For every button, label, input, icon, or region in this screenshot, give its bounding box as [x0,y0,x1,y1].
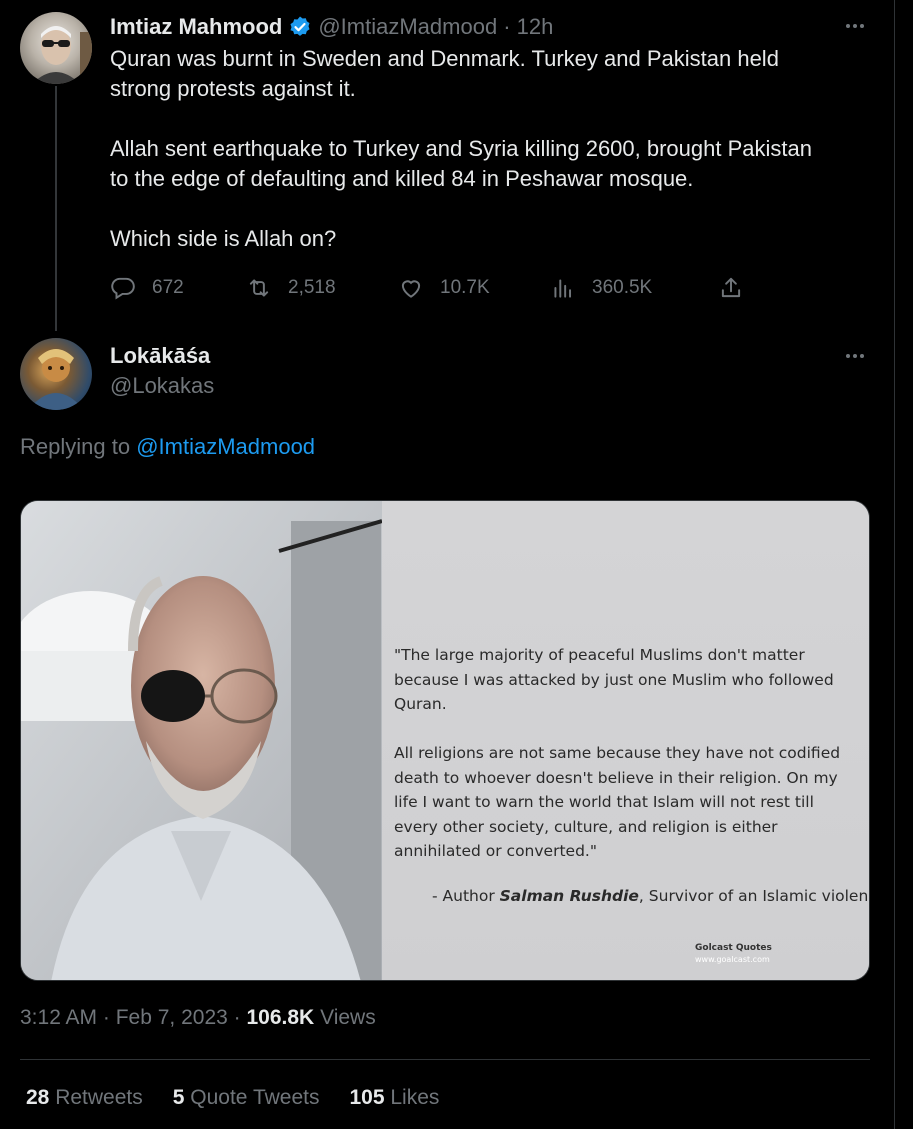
tweet-header: Imtiaz Mahmood @ImtiazMadmood · 12h [110,12,553,42]
avatar-imtiaz[interactable] [20,12,92,84]
like-count: 10.7K [440,277,490,298]
reply-count: 672 [152,277,184,298]
replying-to: Replying to @ImtiazMadmood [20,434,315,460]
quotes-count: 5 [172,1086,185,1109]
tweet-line: Which side is Allah on? [110,226,337,251]
retweet-count: 2,518 [288,277,336,298]
replying-handle-link[interactable]: @ImtiazMadmood [136,434,315,459]
tweet-time[interactable]: 3:12 AM [20,1006,97,1029]
image-watermark: Golcast Quotes www.goalcast.com [695,942,772,966]
views-count: 360.5K [592,277,653,298]
more-options-icon[interactable] [843,344,867,368]
attribution-prefix: - Author [432,887,500,905]
tweet-timestamp: 3:12 AM · Feb 7, 2023 · 106.8K Views [20,1006,376,1029]
quote-line: every other society, culture, and religi… [394,817,778,836]
portrait-photo [21,501,382,980]
column-border [894,0,895,1129]
thread-line [55,86,57,331]
share-button[interactable] [718,270,744,306]
quote-line: annihilated or converted." [394,842,597,860]
quote-tweets-stat[interactable]: 5 Quote Tweets [173,1086,320,1110]
likes-count: 105 [349,1086,385,1109]
views-label: Views [320,1006,376,1029]
tweet-line: Quran was burnt in Sweden and Denmark. T… [110,46,779,71]
views-count: 106.8K [246,1006,315,1029]
retweets-label: Retweets [55,1086,143,1109]
tweet-line: strong protests against it. [110,76,356,101]
attribution-suffix: , Survivor of an Islamic violence [638,887,870,905]
engagement-stats: 28 Retweets 5 Quote Tweets 105 Likes [26,1086,439,1110]
quote-text: "The large majority of peaceful Muslims … [394,643,864,864]
quote-line: All religions are not same because they … [394,744,841,762]
quote-line: because I was attacked by just one Musli… [394,670,834,689]
reply-author-handle[interactable]: @Lokakas [110,373,214,399]
brand-url: www.goalcast.com [695,955,770,964]
more-options-icon[interactable] [843,14,867,38]
quote-panel: "The large majority of peaceful Muslims … [382,501,870,980]
quote-line: life I want to warn the world that Islam… [394,793,814,811]
tweet-actions: 672 2,518 10.7K 360.5K [110,270,760,306]
retweet-button[interactable]: 2,518 [246,270,336,306]
likes-label: Likes [390,1086,440,1109]
retweets-count: 28 [26,1086,50,1109]
quotes-label: Quote Tweets [190,1086,320,1109]
tweet-date[interactable]: Feb 7, 2023 [116,1006,228,1029]
reply-icon [111,277,135,300]
verified-badge-icon [290,16,310,36]
retweets-stat[interactable]: 28 Retweets [26,1086,143,1110]
share-icon [721,277,741,298]
author-name[interactable]: Imtiaz Mahmood [110,14,282,40]
reply-author-name[interactable]: Lokākāśa [110,343,210,369]
quote-line: Quran. [394,695,447,713]
reply-button[interactable]: 672 [110,270,184,306]
avatar-lokakasa[interactable] [20,338,92,410]
author-handle[interactable]: @ImtiazMadmood [318,14,497,40]
tweet-time[interactable]: · 12h [503,14,553,40]
analytics-icon [554,279,572,298]
like-button[interactable]: 10.7K [398,270,490,306]
replying-label: Replying to [20,434,131,459]
tweet-line: Allah sent earthquake to Turkey and Syri… [110,136,812,161]
attribution-name: Salman Rushdie [499,887,639,905]
retweet-icon [249,279,269,297]
likes-stat[interactable]: 105 Likes [349,1086,439,1110]
views-button[interactable]: 360.5K [550,270,652,306]
tweet-text: Quran was burnt in Sweden and Denmark. T… [110,44,880,254]
quote-attribution: - Author Salman Rushdie, Survivor of an … [432,887,870,905]
tweet-line: to the edge of defaulting and killed 84 … [110,166,694,191]
heart-icon [401,280,421,298]
brand-name: Golcast Quotes [695,943,772,953]
quote-line: death to whoever doesn't believe in thei… [394,768,838,787]
quote-line: "The large majority of peaceful Muslims … [394,646,805,664]
divider [20,1059,870,1060]
tweet-media-image[interactable]: "The large majority of peaceful Muslims … [20,500,870,981]
